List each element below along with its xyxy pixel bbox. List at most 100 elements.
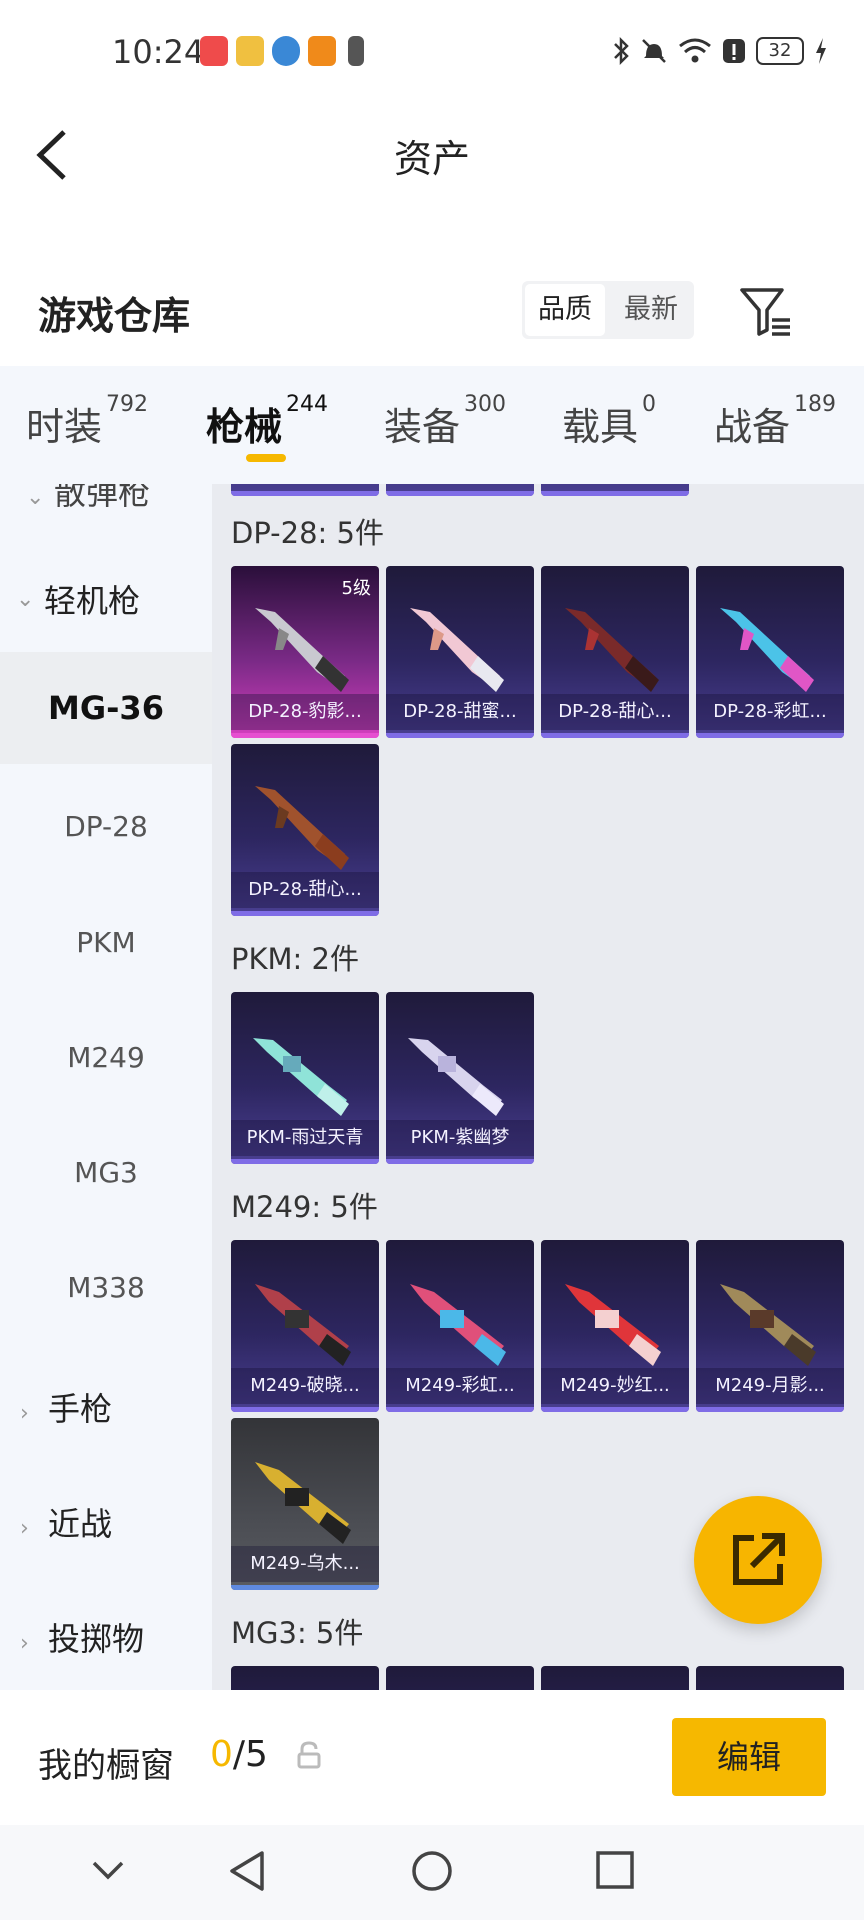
skin-card[interactable]: PKM-雨过天青 (231, 992, 379, 1164)
sidebar-item-pistol[interactable]: › 手枪 (20, 1384, 212, 1430)
tab-label: 载具 (562, 405, 639, 449)
sidebar-item-label: 散弹枪 (54, 484, 151, 512)
status-bar: 10:24 32 (0, 0, 864, 100)
edit-button[interactable]: 编辑 (672, 1718, 826, 1796)
skin-card[interactable]: 5级 DP-28-豹影... (231, 566, 379, 738)
system-nav-bar (0, 1825, 864, 1920)
skin-card[interactable]: M249-乌木... (231, 1418, 379, 1590)
app-notification-icon (236, 36, 264, 66)
machine-gun-icon (255, 1284, 351, 1366)
skin-card[interactable]: DP-28-甜蜜... (386, 566, 534, 738)
rarity-bar (231, 911, 379, 916)
tab-label: 枪械 (206, 405, 283, 449)
skin-card[interactable] (541, 1666, 689, 1690)
rarity-bar (231, 1159, 379, 1164)
tab-count: 792 (106, 392, 149, 417)
rarity-bar (386, 733, 534, 738)
rarity-bar (386, 1407, 534, 1412)
chevron-down-icon: ⌄ (26, 485, 45, 510)
rifle-icon (255, 608, 349, 692)
sort-quality-option[interactable]: 品质 (525, 284, 605, 336)
chevron-right-icon: › (20, 1401, 29, 1426)
rifle-icon (565, 608, 659, 692)
tab-count: 300 (464, 392, 507, 417)
sidebar-item-pkm[interactable]: PKM (0, 926, 212, 959)
sidebar-item-melee[interactable]: › 近战 (20, 1499, 212, 1545)
skin-card[interactable]: DP-28-甜心... (231, 744, 379, 916)
tab-label: 装备 (384, 405, 461, 449)
sidebar-item-throwables[interactable]: › 投掷物 (20, 1614, 212, 1660)
rifle-icon (720, 608, 814, 692)
active-tab-indicator (246, 454, 286, 462)
tab-count: 244 (286, 392, 329, 417)
nav-recents-icon[interactable] (594, 1849, 636, 1893)
skin-name: DP-28-甜蜜... (386, 694, 534, 730)
skin-name: DP-28-甜心... (231, 872, 379, 908)
tab-vehicles[interactable]: 载具0 (562, 392, 656, 451)
rifle-icon (410, 608, 504, 692)
skin-name: M249-月影... (696, 1368, 844, 1404)
skin-card[interactable]: M249-妙红... (541, 1240, 689, 1412)
machine-gun-icon (720, 1284, 816, 1366)
skin-card[interactable]: DP-28-甜心... (541, 566, 689, 738)
nav-collapse-icon[interactable] (88, 1855, 128, 1885)
nav-back-icon[interactable] (226, 1847, 270, 1895)
skin-card[interactable]: M249-彩虹... (386, 1240, 534, 1412)
skin-card[interactable] (386, 484, 534, 496)
share-button[interactable] (694, 1496, 822, 1624)
showcase-current: 0 (210, 1734, 233, 1775)
sort-newest-option[interactable]: 最新 (608, 281, 694, 339)
skin-card[interactable]: M249-月影... (696, 1240, 844, 1412)
tab-equipment[interactable]: 装备300 (384, 392, 506, 451)
category-tabs: 时装792 枪械244 装备300 载具0 战备189 (0, 366, 864, 484)
machine-gun-icon (565, 1284, 661, 1366)
skin-card[interactable] (386, 1666, 534, 1690)
sidebar-item-dp28[interactable]: DP-28 (0, 810, 212, 843)
charging-icon (816, 38, 826, 64)
sidebar-item-label: 投掷物 (48, 1620, 145, 1658)
lock-icon (297, 1741, 321, 1769)
skin-card[interactable] (231, 484, 379, 496)
share-icon (733, 1533, 785, 1585)
skin-card[interactable]: M249-破晓... (231, 1240, 379, 1412)
sidebar-item-shotgun[interactable]: ⌄ 散弹枪 (26, 484, 212, 514)
app-notification-icon (200, 36, 228, 66)
sidebar-item-mg3[interactable]: MG3 (0, 1156, 212, 1189)
chevron-right-icon: › (20, 1516, 29, 1541)
skin-card[interactable] (231, 1666, 379, 1690)
skin-card[interactable]: PKM-紫幽梦 (386, 992, 534, 1164)
skin-card[interactable]: DP-28-彩虹... (696, 566, 844, 738)
skin-card[interactable] (541, 484, 689, 496)
rarity-bar (386, 491, 534, 496)
battery-indicator: 32 (756, 37, 804, 65)
skin-card[interactable] (696, 1666, 844, 1690)
rarity-bar (231, 733, 379, 738)
section-title-mg3: MG3: 5件 (231, 1616, 364, 1650)
nav-home-icon[interactable] (410, 1847, 454, 1895)
skin-name: M249-破晓... (231, 1368, 379, 1404)
machine-gun-icon (408, 1038, 504, 1116)
sidebar-item-m249[interactable]: M249 (0, 1041, 212, 1074)
skin-name: DP-28-甜心... (541, 694, 689, 730)
app-notification-icon (308, 36, 336, 66)
sidebar-item-lmg[interactable]: ⌄ 轻机枪 (16, 576, 212, 622)
tab-supplies[interactable]: 战备189 (714, 392, 836, 451)
sidebar-item-m338[interactable]: M338 (0, 1271, 212, 1304)
page-title: 资产 (393, 137, 470, 181)
machine-gun-icon (253, 1038, 349, 1116)
sidebar-item-label: 近战 (48, 1505, 113, 1543)
filter-button[interactable] (738, 284, 794, 340)
tab-firearms[interactable]: 枪械244 (206, 392, 328, 451)
chevron-right-icon: › (20, 1631, 29, 1656)
skin-name: M249-乌木... (231, 1546, 379, 1582)
section-title-m249: M249: 5件 (231, 1190, 378, 1224)
status-time: 10:24 (112, 33, 205, 71)
tab-fashion[interactable]: 时装792 (26, 392, 148, 451)
alert-icon (723, 39, 745, 63)
section-title-dp28: DP-28: 5件 (231, 516, 384, 550)
rarity-bar (231, 491, 379, 496)
rarity-bar (696, 733, 844, 738)
warehouse-title: 游戏仓库 (38, 294, 191, 338)
sidebar-item-label: 手枪 (48, 1390, 113, 1428)
sidebar-item-mg36[interactable]: MG-36 (0, 652, 212, 764)
